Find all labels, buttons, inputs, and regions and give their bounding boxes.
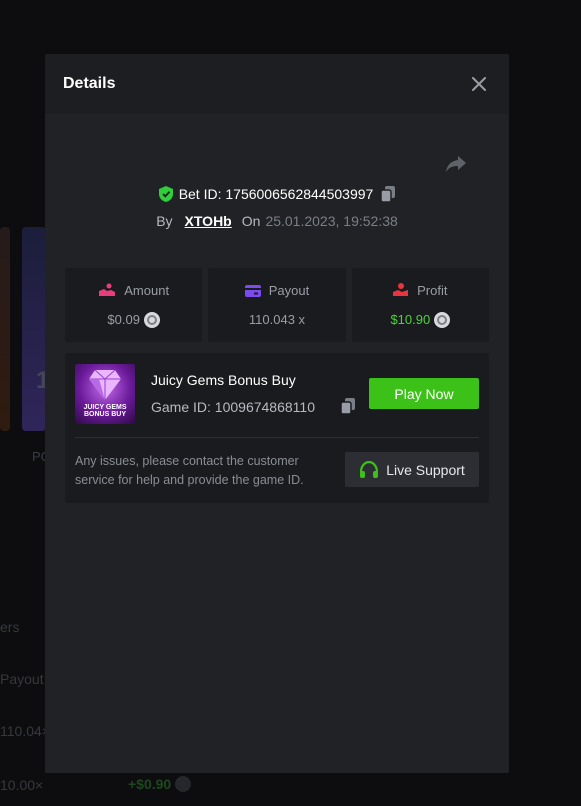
support-note: Any issues, please contact the customer … [75,454,304,487]
on-label: On [241,213,261,229]
divider [75,437,479,438]
coin-icon [143,311,160,328]
stat-payout-value: 110.043 x [248,312,306,327]
bet-stats: Amount $0.09 Payout 110.043 x Profit $10… [65,268,489,342]
stat-amount-value: $0.09 [107,312,140,327]
share-button[interactable] [445,154,469,178]
stat-profit-label: Profit [417,282,448,298]
play-now-button[interactable]: Play Now [369,378,479,409]
profit-icon [393,283,409,296]
game-name: Juicy Gems Bonus Buy [151,372,296,388]
bet-author-line: By XTOHb On 25.01.2023, 19:52:38 [45,213,509,229]
shield-check-icon [158,186,173,202]
username-link[interactable]: XTOHb [185,213,232,229]
game-thumbnail[interactable]: JUICY GEMS BONUS BUY [75,364,135,424]
copy-game-id-button[interactable] [340,398,355,419]
stat-amount-label: Amount [124,282,170,298]
stat-payout: Payout 110.043 x [208,268,346,342]
amount-icon [99,283,116,296]
gem-icon [89,370,121,400]
bet-date: 25.01.2023, 19:52:38 [265,213,398,229]
live-support-label: Live Support [386,461,465,478]
stat-payout-value-row: 110.043 x [249,312,305,327]
modal-header: Details [45,54,509,114]
payout-card-icon [244,284,261,297]
close-button[interactable] [467,72,491,96]
coin-icon [434,311,451,328]
bet-id-line: Bet ID: 1756006562844503997 [45,186,509,205]
copy-bet-id-button[interactable] [380,186,396,205]
game-id: Game ID: 1009674868110 [151,399,315,415]
copy-icon [380,186,396,203]
stat-amount-header: Amount [98,283,169,298]
stat-profit-header: Profit [393,283,447,298]
game-thumbnail-text: JUICY GEMS BONUS BUY [83,404,127,418]
game-card: JUICY GEMS BONUS BUY Juicy Gems Bonus Bu… [65,353,489,503]
stat-amount: Amount $0.09 [65,268,203,342]
bet-id: Bet ID: 1756006562844503997 [178,186,374,202]
live-support-button[interactable]: Live Support [345,452,479,487]
stat-profit: Profit $10.90 [351,268,489,342]
stat-payout-header: Payout [244,283,310,298]
stat-profit-value: $10.90 [390,312,431,327]
copy-icon [340,398,355,415]
stat-payout-label: Payout [268,283,310,298]
bet-details-modal: Details Bet ID: 1756006562844503997 By XT… [45,54,509,773]
share-icon [446,156,466,172]
by-label: By [156,213,173,229]
modal-title: Details [63,75,116,92]
headset-icon [360,460,379,478]
stat-amount-value-row: $0.09 [107,311,160,328]
close-icon [472,77,486,91]
stat-profit-value-row: $10.90 [390,311,451,328]
